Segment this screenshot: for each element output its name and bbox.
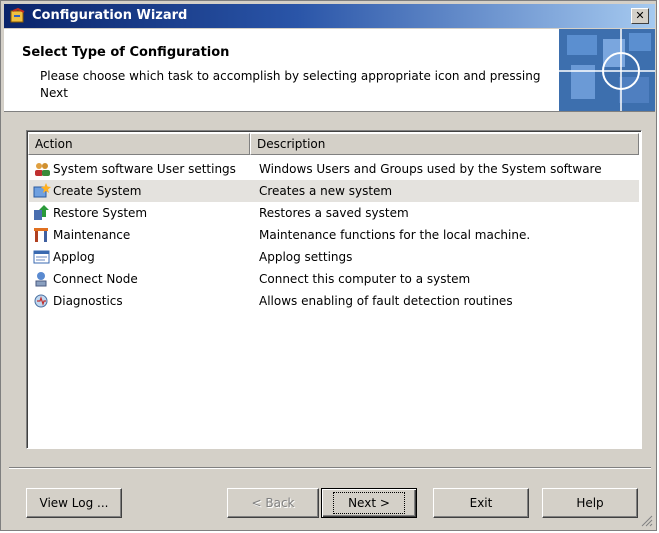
close-button[interactable]: ✕ <box>631 8 649 24</box>
diagnostics-icon <box>34 294 48 308</box>
wizard-window: Configuration Wizard ✕ Select Type of Co… <box>0 0 657 531</box>
title-bar[interactable]: Configuration Wizard ✕ <box>4 4 655 28</box>
maintenance-icon <box>34 228 48 242</box>
next-button-label: Next > <box>333 492 405 514</box>
page-title: Select Type of Configuration <box>22 45 230 60</box>
connect-node-icon <box>35 272 47 287</box>
list-item-action: Diagnostics <box>53 294 123 308</box>
list-item-action: Connect Node <box>53 272 138 286</box>
list-item-action: Maintenance <box>53 228 131 242</box>
resize-grip-icon[interactable] <box>641 515 653 527</box>
list-item-description: Windows Users and Groups used by the Sys… <box>259 162 602 176</box>
wizard-app-icon <box>10 8 25 23</box>
list-item[interactable]: Applog Applog settings <box>29 246 639 268</box>
list-item-description: Allows enabling of fault detection routi… <box>259 294 513 308</box>
list-item[interactable]: System software User settings Windows Us… <box>29 158 639 180</box>
list-item[interactable]: Create System Creates a new system <box>29 180 639 202</box>
back-button[interactable]: < Back <box>227 488 319 518</box>
list-item-description: Maintenance functions for the local mach… <box>259 228 531 242</box>
exit-button[interactable]: Exit <box>433 488 529 518</box>
close-icon: ✕ <box>635 9 645 22</box>
header-decoration-icon <box>559 29 655 111</box>
list-item[interactable]: Connect Node Connect this computer to a … <box>29 268 639 290</box>
window-title: Configuration Wizard <box>32 8 188 23</box>
list-item-description: Restores a saved system <box>259 206 409 220</box>
list-item-description: Applog settings <box>259 250 353 264</box>
list-item-action: Applog <box>53 250 95 264</box>
column-header-action[interactable]: Action <box>28 133 250 155</box>
page-description: Please choose which task to accomplish b… <box>40 69 541 100</box>
action-list[interactable]: Action Description System software User … <box>26 130 642 449</box>
list-item-action: Create System <box>53 184 142 198</box>
footer-separator <box>9 467 651 469</box>
list-item-action: System software User settings <box>53 162 236 176</box>
list-item-action: Restore System <box>53 206 148 220</box>
help-button[interactable]: Help <box>542 488 638 518</box>
column-header-description[interactable]: Description <box>250 133 639 155</box>
users-icon <box>35 163 50 176</box>
list-item-description: Creates a new system <box>259 184 393 198</box>
create-system-icon <box>33 183 51 198</box>
list-item-description: Connect this computer to a system <box>259 272 471 286</box>
restore-icon <box>34 205 49 220</box>
applog-icon <box>33 250 50 264</box>
header-panel: Select Type of Configuration Please choo… <box>4 29 655 112</box>
list-item[interactable]: Diagnostics Allows enabling of fault det… <box>29 290 639 312</box>
view-log-button[interactable]: View Log ... <box>26 488 122 518</box>
next-button[interactable]: Next > <box>321 488 417 518</box>
list-item[interactable]: Restore System Restores a saved system <box>29 202 639 224</box>
list-item[interactable]: Maintenance Maintenance functions for th… <box>29 224 639 246</box>
